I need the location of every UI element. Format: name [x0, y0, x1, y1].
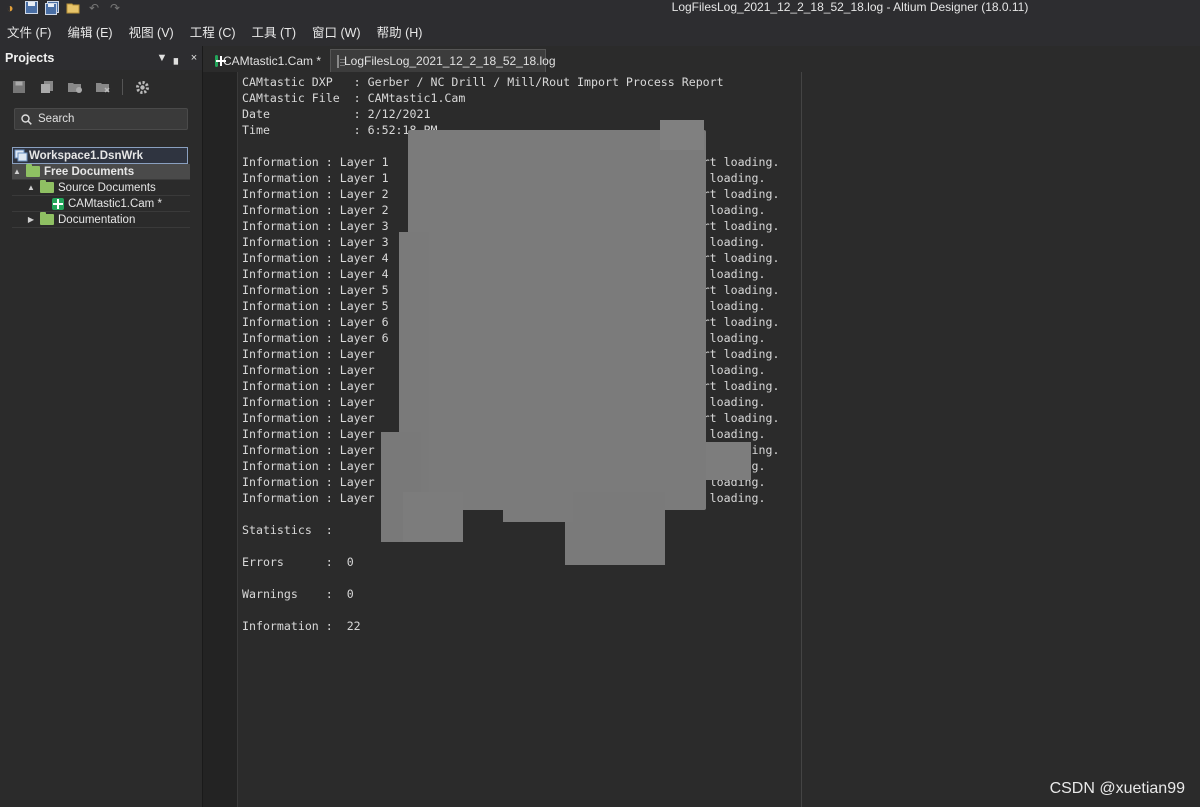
search-icon — [21, 113, 32, 125]
log-line: Information : 22 — [242, 619, 361, 633]
search-input[interactable]: Search — [14, 108, 188, 130]
project-tree: Workspace1.DsnWrk ▲ Free Documents ▲ Sou… — [12, 147, 190, 228]
menu-window[interactable]: 窗口 (W) — [312, 22, 361, 41]
title-bar: ◑ ↶ ↷ LogFilesLog_2021_12_2_18_52_18.log… — [0, 0, 1200, 16]
tree-item-free-documents[interactable]: ▲ Free Documents — [12, 164, 190, 180]
tree-item-label: Source Documents — [58, 181, 156, 194]
tab-camtastic-cam[interactable]: CAMtastic1.Cam * — [209, 49, 327, 72]
tree-item-documentation[interactable]: ▶ Documentation — [12, 212, 190, 228]
log-editor[interactable]: CAMtastic DXP : Gerber / NC Drill / Mill… — [203, 72, 1200, 807]
menu-bar: 文件 (F) 编辑 (E) 视图 (V) 工程 (C) 工具 (T) 窗口 (W… — [0, 16, 1200, 46]
tab-log-file[interactable]: LogFilesLog_2021_12_2_18_52_18.log — [330, 49, 556, 72]
compile-icon[interactable] — [66, 78, 84, 96]
log-line: CAMtastic DXP : Gerber / NC Drill / Mill… — [242, 75, 724, 89]
tree-item-camtastic-cam[interactable]: CAMtastic1.Cam * — [12, 196, 190, 212]
document-tabs: CAMtastic1.Cam * LogFilesLog_2021_12_2_1… — [203, 46, 1200, 72]
expand-triangle-icon[interactable]: ▲ — [12, 167, 22, 176]
tree-item-workspace[interactable]: Workspace1.DsnWrk — [12, 147, 188, 164]
folder-icon — [40, 180, 54, 193]
log-line: CAMtastic File : CAMtastic1.Cam — [242, 91, 466, 105]
collapse-triangle-icon[interactable]: ▶ — [26, 215, 36, 224]
right-margin-line — [801, 72, 802, 807]
redaction-overlay — [503, 492, 573, 522]
projects-panel-header: Projects ▼ ▖ × — [0, 46, 202, 70]
menu-project[interactable]: 工程 (C) — [190, 22, 236, 41]
expand-triangle-icon[interactable]: ▲ — [26, 183, 36, 192]
panel-menu-icon[interactable]: ▼ — [154, 52, 170, 64]
tab-label: LogFilesLog_2021_12_2_18_52_18.log — [344, 54, 556, 68]
projects-panel-title: Projects — [5, 51, 55, 65]
projects-panel: Projects ▼ ▖ × Search Workspace1.DsnWrk … — [0, 46, 203, 807]
search-placeholder: Search — [38, 113, 75, 125]
redaction-overlay — [565, 492, 665, 565]
menu-help[interactable]: 帮助 (H) — [377, 22, 423, 41]
tree-item-label: CAMtastic1.Cam * — [68, 197, 162, 210]
save-icon[interactable] — [10, 78, 28, 96]
redaction-overlay — [706, 442, 751, 480]
cam-icon — [215, 54, 226, 67]
panel-close-icon[interactable]: × — [186, 52, 202, 64]
log-line: Statistics : — [242, 523, 333, 537]
folder-icon — [26, 164, 40, 177]
document-icon — [337, 54, 345, 68]
menu-edit[interactable]: 编辑 (E) — [67, 22, 112, 41]
panel-pin-icon[interactable]: ▖ — [170, 52, 186, 65]
window-title: LogFilesLog_2021_12_2_18_52_18.log - Alt… — [671, 0, 1029, 14]
redaction-overlay — [660, 120, 704, 150]
editor-gutter — [203, 72, 238, 807]
tree-item-label: Documentation — [58, 213, 136, 226]
tree-item-source-documents[interactable]: ▲ Source Documents — [12, 180, 190, 196]
workspace-icon — [13, 149, 29, 162]
copy-icon[interactable] — [38, 78, 56, 96]
close-project-icon[interactable] — [94, 78, 112, 96]
redaction-overlay — [408, 130, 706, 510]
menu-tools[interactable]: 工具 (T) — [252, 22, 296, 41]
menu-file[interactable]: 文件 (F) — [7, 22, 51, 41]
tree-item-label: Free Documents — [44, 165, 135, 178]
toolbar-separator — [122, 79, 123, 95]
gear-icon[interactable] — [133, 78, 151, 96]
redaction-overlay — [403, 492, 463, 542]
tab-label: CAMtastic1.Cam * — [222, 53, 321, 68]
cam-icon — [52, 197, 64, 210]
watermark: CSDN @xuetian99 — [1049, 780, 1185, 797]
folder-icon — [40, 212, 54, 225]
log-line: Errors : 0 — [242, 555, 354, 569]
log-line: Warnings : 0 — [242, 587, 354, 601]
menu-view[interactable]: 视图 (V) — [129, 22, 174, 41]
projects-toolbar — [0, 70, 202, 104]
tree-item-label: Workspace1.DsnWrk — [29, 149, 143, 162]
